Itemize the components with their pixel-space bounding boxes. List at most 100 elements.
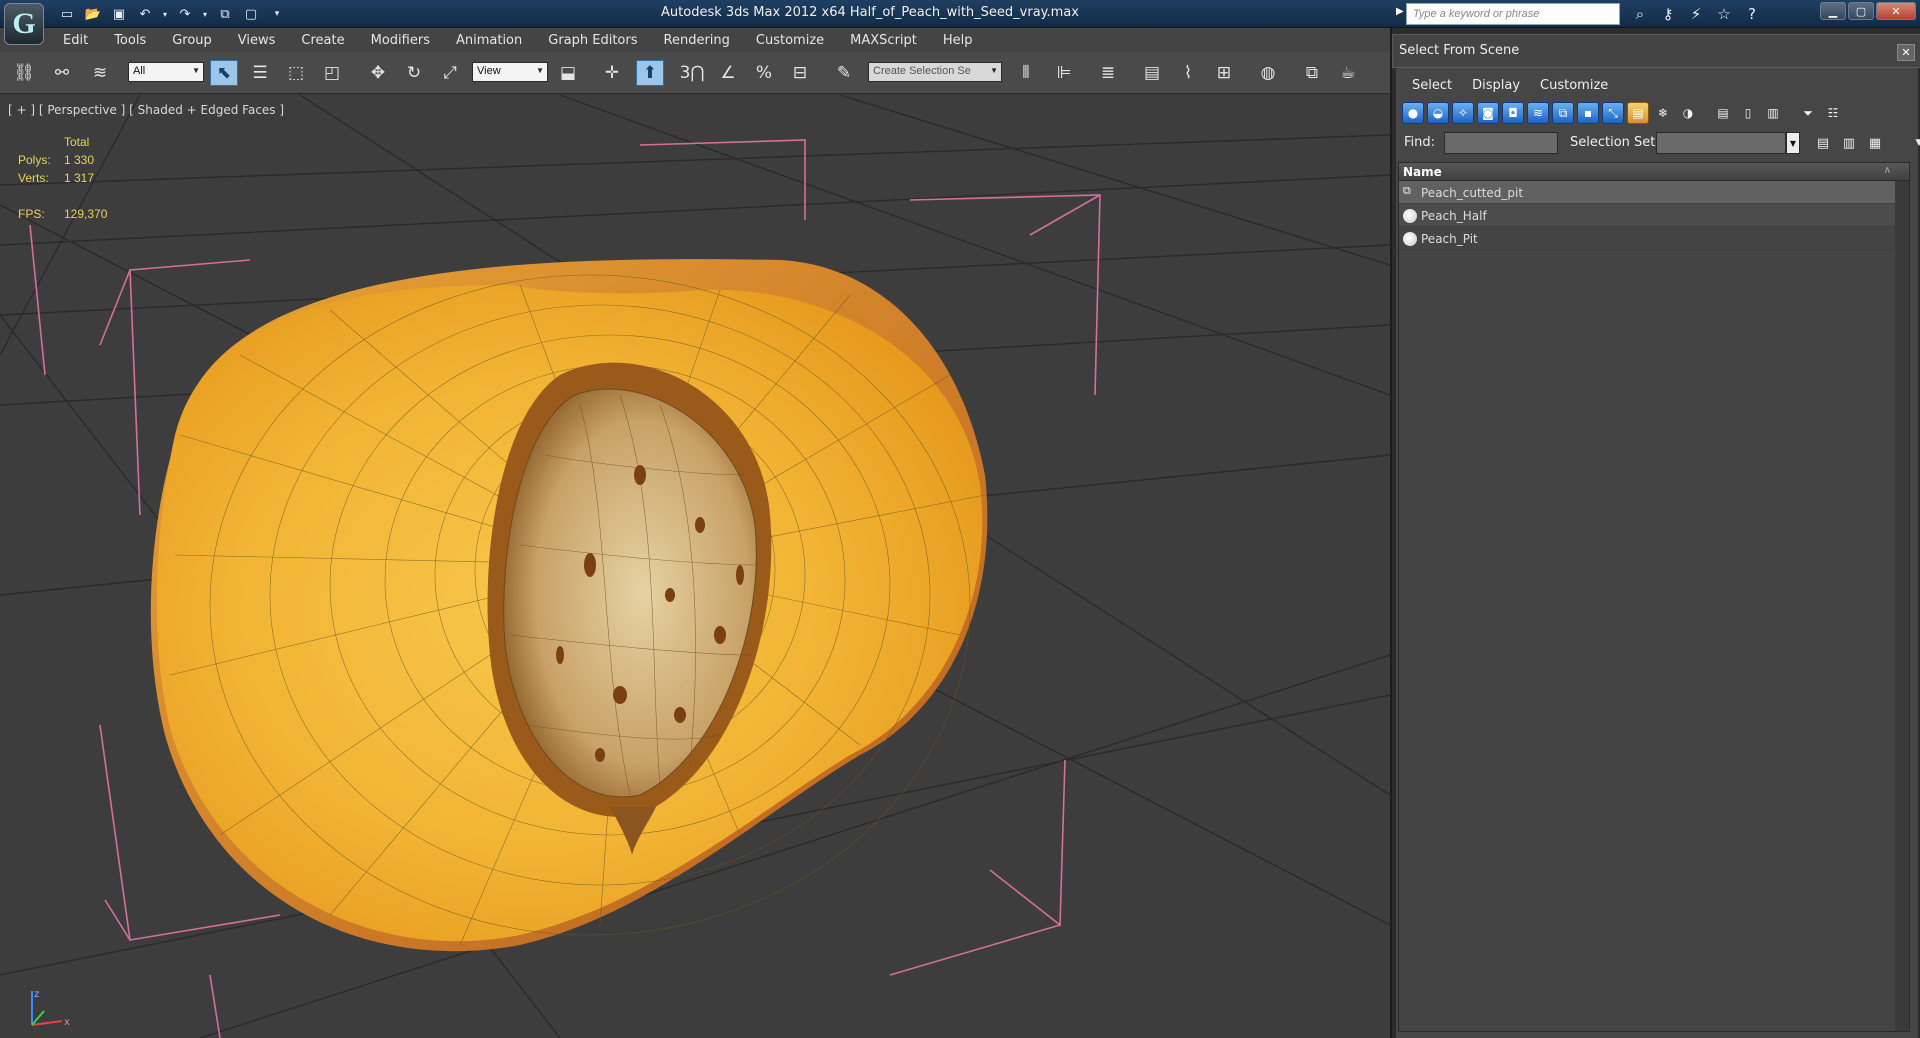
rectangular-selection-icon[interactable]: ⬚ [282, 60, 310, 86]
list-header[interactable]: Name ∧ [1399, 163, 1909, 181]
keyword-search-input[interactable]: Type a keyword or phrase [1406, 3, 1620, 25]
scale-icon[interactable]: ⤢ [436, 60, 464, 86]
menu-help[interactable]: Help [930, 33, 986, 48]
project-folder-icon[interactable]: ▢ [240, 4, 262, 24]
panel-menu-display[interactable]: Display [1462, 74, 1530, 97]
menu-graph-editors[interactable]: Graph Editors [535, 33, 650, 48]
find-input[interactable] [1444, 132, 1558, 154]
satellite-icon[interactable]: ⚡ [1684, 3, 1708, 25]
percent-snap-icon[interactable]: % [750, 60, 778, 86]
edit-named-selection-icon[interactable]: ✎ [830, 60, 858, 86]
panel-menu-select[interactable]: Select [1402, 74, 1462, 97]
render-setup-icon[interactable]: ⧉ [1298, 60, 1326, 86]
select-by-name-icon[interactable]: ☰ [246, 60, 274, 86]
star-icon[interactable]: ☆ [1712, 3, 1736, 25]
reference-coordinate-dropdown[interactable]: View [472, 62, 548, 82]
display-none-icon[interactable]: ▯ [1737, 102, 1759, 124]
layer-manager-icon[interactable]: ≣ [1094, 60, 1122, 86]
display-lights-icon[interactable]: ✧ [1452, 102, 1474, 124]
display-hidden-icon[interactable]: ◑ [1677, 102, 1699, 124]
named-selection-set-dropdown[interactable]: Create Selection Se [868, 62, 1002, 82]
move-icon[interactable]: ✥ [364, 60, 392, 86]
display-invert-icon[interactable]: ▥ [1762, 102, 1784, 124]
keyboard-shortcut-override-icon[interactable]: ⬆ [636, 60, 664, 86]
close-button[interactable]: ✕ [1876, 2, 1916, 20]
help-icon[interactable]: ? [1740, 3, 1764, 25]
filter-options-icon[interactable]: ☷ [1822, 102, 1844, 124]
list-scrollbar[interactable] [1895, 181, 1909, 1031]
pivot-center-icon[interactable]: ⬓ [554, 60, 582, 86]
menu-modifiers[interactable]: Modifiers [358, 33, 443, 48]
binoculars-icon[interactable]: ⌕ [1628, 3, 1652, 25]
list-item[interactable]: ⧉ Peach_cutted_pit [1399, 181, 1909, 204]
undo-icon[interactable]: ↶ [134, 4, 156, 24]
search-expand-icon[interactable]: ▶ [1396, 6, 1404, 17]
select-none-icon[interactable]: ▥ [1838, 132, 1860, 154]
select-manipulate-icon[interactable]: ✛ [598, 60, 626, 86]
display-groups-icon[interactable]: ⧉ [1552, 102, 1574, 124]
list-item[interactable]: Peach_Pit [1399, 227, 1909, 250]
minimize-button[interactable]: ▁ [1820, 2, 1846, 20]
panel-close-button[interactable]: ✕ [1897, 44, 1915, 61]
display-containers-icon[interactable]: ▤ [1627, 102, 1649, 124]
qat-customize-icon[interactable]: ▾ [266, 4, 288, 24]
angle-snap-icon[interactable]: ∠ [714, 60, 742, 86]
undo-dropdown-icon[interactable]: ▾ [160, 4, 170, 24]
select-invert-icon[interactable]: ▦ [1864, 132, 1886, 154]
display-shapes-icon[interactable]: ◒ [1427, 102, 1449, 124]
menu-maxscript[interactable]: MAXScript [837, 33, 930, 48]
new-file-icon[interactable]: ▭ [56, 4, 78, 24]
unlink-icon[interactable]: ⚯ [48, 60, 76, 86]
redo-icon[interactable]: ↷ [174, 4, 196, 24]
save-icon[interactable]: ▣ [108, 4, 130, 24]
display-xrefs-icon[interactable]: ▪ [1577, 102, 1599, 124]
graphite-ribbon-icon[interactable]: ▤ [1138, 60, 1166, 86]
display-spacewarps-icon[interactable]: ≋ [1527, 102, 1549, 124]
filter-icon[interactable]: ⏷ [1797, 102, 1819, 124]
menu-animation[interactable]: Animation [443, 33, 535, 48]
rotate-icon[interactable]: ↻ [400, 60, 428, 86]
material-editor-icon[interactable]: ◍ [1254, 60, 1282, 86]
spinner-snap-icon[interactable]: ⊟ [786, 60, 814, 86]
panel-title-bar[interactable]: Select From Scene ✕ [1392, 34, 1920, 68]
menu-group[interactable]: Group [159, 33, 225, 48]
menu-create[interactable]: Create [288, 33, 357, 48]
app-logo-icon[interactable]: G [4, 3, 44, 45]
list-item[interactable]: Peach_Half [1399, 204, 1909, 227]
display-bones-icon[interactable]: ⤡ [1602, 102, 1624, 124]
display-geometry-icon[interactable]: ● [1402, 102, 1424, 124]
select-all-icon[interactable]: ▤ [1812, 132, 1834, 154]
display-frozen-icon[interactable]: ❄ [1652, 102, 1674, 124]
snaps-toggle-icon[interactable]: 3 ⋂ [678, 60, 706, 86]
perspective-viewport[interactable]: [ + ] [ Perspective ] [ Shaded + Edged F… [0, 95, 1390, 1038]
panel-menu-customize[interactable]: Customize [1530, 74, 1618, 97]
open-file-icon[interactable]: 📂 [82, 4, 104, 24]
align-icon[interactable]: ⊫ [1050, 60, 1078, 86]
mirror-icon[interactable]: ⫴ [1012, 60, 1040, 86]
panel-options-arrow-icon[interactable]: ▼ [1908, 132, 1920, 154]
maximize-button[interactable]: ▢ [1848, 2, 1874, 20]
bind-space-warp-icon[interactable]: ≋ [86, 60, 114, 86]
menu-rendering[interactable]: Rendering [651, 33, 743, 48]
selection-set-dropdown-arrow[interactable]: ▼ [1786, 132, 1800, 154]
schematic-view-icon[interactable]: ⊞ [1210, 60, 1238, 86]
select-object-icon[interactable]: ⬉ [210, 60, 238, 86]
curve-editor-icon[interactable]: ⌇ [1174, 60, 1202, 86]
menu-edit[interactable]: Edit [50, 33, 101, 48]
render-teapot-icon[interactable]: ☕ [1334, 60, 1362, 86]
selection-filter-dropdown[interactable]: All [128, 62, 204, 82]
window-crossing-icon[interactable]: ◰ [318, 60, 346, 86]
menu-views[interactable]: Views [225, 33, 289, 48]
link-icon[interactable]: ⛓ [10, 60, 38, 86]
selection-set-input[interactable] [1656, 132, 1786, 154]
display-cameras-icon[interactable]: ◙ [1477, 102, 1499, 124]
menu-customize[interactable]: Customize [743, 33, 837, 48]
key-icon[interactable]: ⚷ [1656, 3, 1680, 25]
column-name-header[interactable]: Name [1403, 165, 1442, 179]
display-all-icon[interactable]: ▤ [1712, 102, 1734, 124]
hold-icon[interactable]: ⧉ [214, 4, 236, 24]
display-helpers-icon[interactable]: ◘ [1502, 102, 1524, 124]
redo-dropdown-icon[interactable]: ▾ [200, 4, 210, 24]
viewport-label[interactable]: [ + ] [ Perspective ] [ Shaded + Edged F… [8, 103, 284, 117]
menu-tools[interactable]: Tools [101, 33, 159, 48]
